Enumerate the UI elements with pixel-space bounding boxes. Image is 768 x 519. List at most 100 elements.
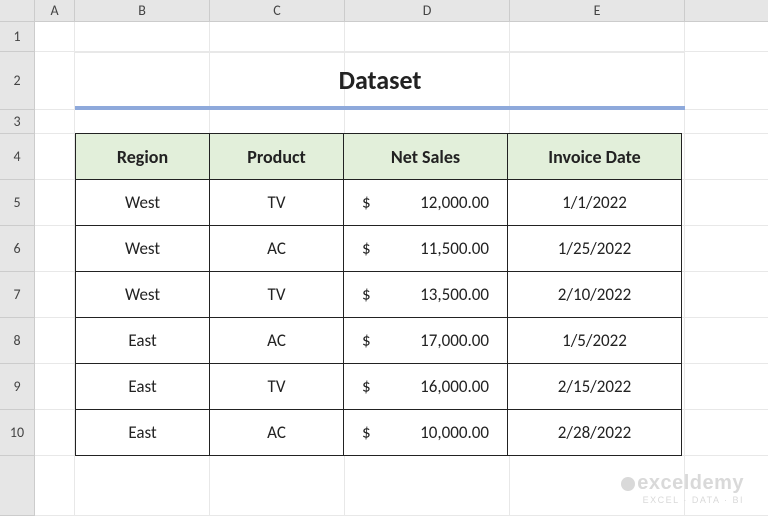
cell[interactable] [35,318,75,364]
currency-value: 11,500.00 [420,238,489,259]
cell[interactable] [75,110,210,134]
table-header-row: Region Product Net Sales Invoice Date [75,134,685,180]
table-row: East AC $17,000.00 1/5/2022 [75,318,685,364]
table-row: East TV $16,000.00 2/15/2022 [75,364,685,410]
cell [210,456,345,516]
col-header-rest [685,0,768,22]
cell-netsales[interactable]: $17,000.00 [343,317,508,364]
cell[interactable] [345,22,510,52]
watermark: exceldemy EXCEL · DATA · BI [621,472,744,505]
cell-invoice[interactable]: 2/28/2022 [507,409,682,456]
row-header-7[interactable]: 7 [0,272,35,318]
cell[interactable] [75,22,210,52]
cell[interactable] [35,22,75,52]
select-all-corner[interactable] [0,0,35,22]
row-header-2[interactable]: 2 [0,52,35,110]
row-header-3[interactable]: 3 [0,110,35,134]
header-invoice[interactable]: Invoice Date [507,133,682,180]
cell-region[interactable]: West [75,225,210,272]
currency-value: 16,000.00 [420,376,489,397]
cell[interactable] [345,110,510,134]
cell-product[interactable]: TV [209,179,344,226]
cell [685,318,768,364]
currency-value: 12,000.00 [420,192,489,213]
row-header-1[interactable]: 1 [0,22,35,52]
cell-region[interactable]: West [75,271,210,318]
cell [685,272,768,318]
column-headers-row: A B C D E [0,0,768,22]
header-region[interactable]: Region [75,133,210,180]
row-header-4[interactable]: 4 [0,134,35,180]
header-product[interactable]: Product [209,133,344,180]
cell-region[interactable]: East [75,363,210,410]
data-table: Region Product Net Sales Invoice Date We… [75,134,685,456]
cell[interactable] [210,110,345,134]
table-row: East AC $10,000.00 2/28/2022 [75,410,685,456]
cell [75,456,210,516]
cell [35,456,75,516]
cell [685,410,768,456]
cell [685,134,768,180]
table-row: West TV $12,000.00 1/1/2022 [75,180,685,226]
header-netsales[interactable]: Net Sales [343,133,508,180]
row-header-9[interactable]: 9 [0,364,35,410]
cell-region[interactable]: East [75,409,210,456]
dataset-title-cell[interactable]: Dataset [75,52,685,110]
col-header-D[interactable]: D [345,0,510,22]
currency-symbol: $ [362,330,371,351]
cell-product[interactable]: AC [209,317,344,364]
cell-invoice[interactable]: 1/25/2022 [507,225,682,272]
row-header-8[interactable]: 8 [0,318,35,364]
cell[interactable] [35,52,75,110]
cell[interactable] [35,110,75,134]
col-header-A[interactable]: A [35,0,75,22]
cell [685,52,768,110]
currency-symbol: $ [362,238,371,259]
row-header-rest [0,456,35,516]
cell-invoice[interactable]: 2/10/2022 [507,271,682,318]
cell-product[interactable]: TV [209,363,344,410]
cell [685,22,768,52]
cell-netsales[interactable]: $12,000.00 [343,179,508,226]
cell[interactable] [35,226,75,272]
row-header-5[interactable]: 5 [0,180,35,226]
currency-value: 17,000.00 [420,330,489,351]
cell [685,180,768,226]
cell [685,110,768,134]
cell-netsales[interactable]: $13,500.00 [343,271,508,318]
cell[interactable] [510,110,685,134]
cell[interactable] [35,410,75,456]
row-header-10[interactable]: 10 [0,410,35,456]
watermark-brand: exceldemy [621,472,744,495]
table-row: West TV $13,500.00 2/10/2022 [75,272,685,318]
cell-netsales[interactable]: $11,500.00 [343,225,508,272]
cell [685,364,768,410]
currency-value: 10,000.00 [420,422,489,443]
row-header-6[interactable]: 6 [0,226,35,272]
cell-region[interactable]: East [75,317,210,364]
cell-product[interactable]: TV [209,271,344,318]
cell[interactable] [210,22,345,52]
circle-icon [621,477,635,491]
col-header-C[interactable]: C [210,0,345,22]
cell-product[interactable]: AC [209,409,344,456]
col-header-B[interactable]: B [75,0,210,22]
watermark-tagline: EXCEL · DATA · BI [621,495,744,505]
cell[interactable] [35,364,75,410]
cell[interactable] [35,272,75,318]
cell[interactable] [35,134,75,180]
cell-invoice[interactable]: 1/5/2022 [507,317,682,364]
cell-invoice[interactable]: 1/1/2022 [507,179,682,226]
cell[interactable] [35,180,75,226]
cell[interactable] [510,22,685,52]
cell-netsales[interactable]: $16,000.00 [343,363,508,410]
cell [685,226,768,272]
cell-region[interactable]: West [75,179,210,226]
currency-symbol: $ [362,422,371,443]
cell-invoice[interactable]: 2/15/2022 [507,363,682,410]
currency-value: 13,500.00 [420,284,489,305]
col-header-E[interactable]: E [510,0,685,22]
currency-symbol: $ [362,284,371,305]
cell-product[interactable]: AC [209,225,344,272]
cell-netsales[interactable]: $10,000.00 [343,409,508,456]
